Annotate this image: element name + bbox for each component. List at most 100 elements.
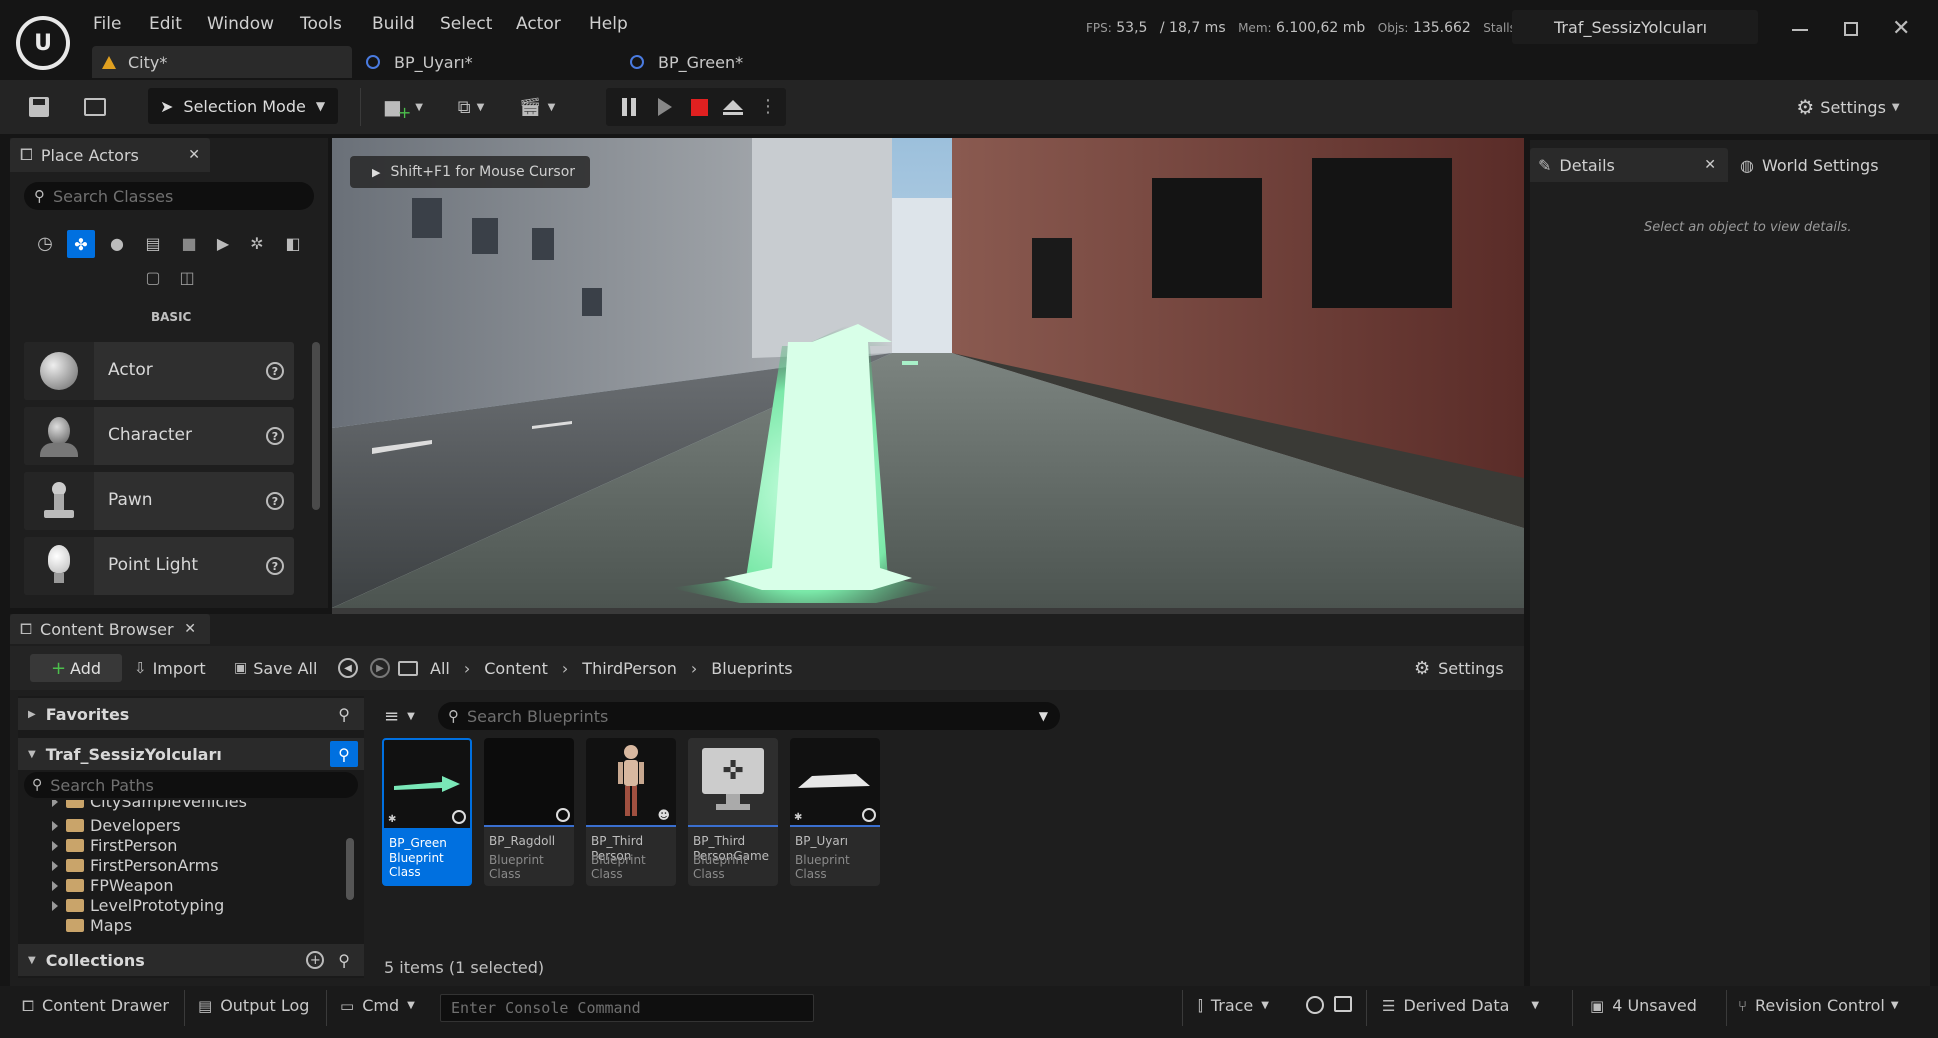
add-button[interactable]: + Add [30,654,122,682]
history-back-button[interactable]: ◀ [338,658,358,678]
add-actor-button[interactable]: ■ + ▼ [378,92,428,122]
cb-settings-button[interactable]: ⚙ Settings [1414,656,1504,680]
record-button[interactable] [1306,996,1324,1014]
category-volumes[interactable]: ◧ [280,230,306,256]
import-button[interactable]: ⇩ Import [134,656,206,680]
place-actors-scrollbar[interactable] [312,342,320,510]
unsaved-button[interactable]: ▣ 4 Unsaved [1590,996,1697,1015]
search-icon[interactable]: ⚲ [338,705,350,724]
project-header[interactable]: ▼ Traf_SessizYolcuları ⚲ [18,738,364,770]
category-cinematic[interactable]: ▤ [140,230,166,256]
unreal-logo[interactable]: U [16,16,70,70]
tree-item-maps[interactable]: Maps [52,916,132,935]
eject-button[interactable] [720,94,746,120]
category-visual-effects[interactable]: ■ [176,230,202,256]
category-shapes[interactable]: ◫ [174,264,200,290]
toolbar-settings-button[interactable]: ⚙ Settings ▼ [1788,92,1908,122]
menu-select[interactable]: Select [440,14,492,34]
place-item-pawn[interactable]: Pawn ? [24,472,294,530]
place-item-actor[interactable]: Actor ? [24,342,294,400]
help-icon[interactable]: ? [266,492,284,510]
tree-item-firstperson[interactable]: FirstPerson [52,836,177,855]
category-lights[interactable]: ● [104,230,130,256]
tree-item-levelprototyping[interactable]: LevelPrototyping [52,896,224,915]
category-recent[interactable]: ◷ [32,230,58,256]
place-actors-tab[interactable]: ⧠ Place Actors ✕ [10,138,210,172]
search-blueprints-input[interactable]: ⚲ Search Blueprints ▼ [438,702,1060,730]
save-all-button[interactable]: ▣ Save All [234,656,317,680]
help-icon[interactable]: ? [266,427,284,445]
stop-button[interactable] [686,94,712,120]
breadcrumb-content[interactable]: Content [484,659,548,678]
level-viewport[interactable]: ▶ Shift+F1 for Mouse Cursor [332,138,1524,608]
help-icon[interactable]: ? [266,557,284,575]
place-item-point-light[interactable]: Point Light ? [24,537,294,595]
tree-item-firstpersonarms[interactable]: FirstPersonArms [52,856,219,875]
console-command-input[interactable]: Enter Console Command [440,994,814,1022]
help-icon[interactable]: ? [266,362,284,380]
tree-item-citysamplevehicles[interactable]: CitySampleVehicles [52,800,247,811]
category-geometry[interactable]: ▶ [210,230,236,256]
search-paths-input[interactable]: ⚲ Search Paths [24,772,358,798]
content-browser-tab[interactable]: ⧠ Content Browser ✕ [10,614,210,644]
output-log-button[interactable]: ▤ Output Log [198,996,309,1015]
asset-bp-third-person[interactable]: ☻ BP_Third Person Blueprint Class [586,738,676,886]
place-item-character[interactable]: Character ? [24,407,294,465]
menu-help[interactable]: Help [589,14,628,34]
close-icon[interactable]: ✕ [184,621,196,637]
menu-file[interactable]: File [93,14,121,34]
breadcrumb-blueprints[interactable]: Blueprints [711,659,792,678]
close-icon[interactable]: ✕ [188,147,200,163]
blueprint-menu-button[interactable]: ⧉ ▼ [446,92,496,122]
selection-mode-dropdown[interactable]: ➤ Selection Mode ▼ [148,88,338,124]
breadcrumb-all[interactable]: All [430,659,450,678]
asset-bp-third-person-game[interactable]: ✜ BP_Third PersonGame Blueprint Class [688,738,778,886]
close-window-button[interactable]: ✕ [1892,16,1910,41]
search-icon[interactable]: ⚲ [338,951,350,970]
breadcrumb-thirdperson[interactable]: ThirdPerson [582,659,677,678]
chevron-down-icon[interactable]: ▼ [1039,709,1048,723]
tree-item-developers[interactable]: Developers [52,816,181,835]
search-classes-input[interactable]: ⚲ Search Classes [24,182,314,210]
asset-bp-ragdoll[interactable]: BP_Ragdoll Blueprint Class [484,738,574,886]
tree-item-fpweapon[interactable]: FPWeapon [52,876,173,895]
collections-header[interactable]: ▼ Collections + ⚲ [18,944,364,976]
menu-tools[interactable]: Tools [300,14,342,34]
menu-window[interactable]: Window [207,14,274,34]
history-forward-button[interactable]: ▶ [370,658,390,678]
screenshot-button[interactable] [1334,996,1352,1012]
category-effects[interactable]: ✲ [244,230,270,256]
tab-bp-uyari[interactable]: BP_Uyarı* [366,46,616,78]
search-icon[interactable]: ⚲ [330,741,358,767]
tab-bp-green[interactable]: BP_Green* [630,46,880,78]
browse-button[interactable] [80,94,110,120]
menu-edit[interactable]: Edit [149,14,182,34]
favorites-header[interactable]: ▶ Favorites ⚲ [18,698,364,730]
cmd-dropdown[interactable]: ▭ Cmd ▼ [340,996,415,1015]
menu-actor[interactable]: Actor [516,14,561,34]
pause-button[interactable] [616,94,642,120]
menu-build[interactable]: Build [372,14,415,34]
tab-city[interactable]: City* [92,46,352,78]
asset-bp-green[interactable]: ✱ BP_Green Blueprint Class [382,738,472,886]
close-icon[interactable]: ✕ [1704,157,1716,173]
filter-button[interactable]: ≡ ▼ [384,704,426,728]
cinematics-button[interactable]: 🎬︎ ▼ [512,92,562,122]
add-collection-icon[interactable]: + [306,951,325,969]
revision-control-dropdown[interactable]: ⑂ Revision Control ▼ [1738,996,1899,1015]
derived-data-dropdown[interactable]: ☰ Derived Data ▼ [1382,996,1539,1015]
tab-world-settings[interactable]: ◍ World Settings [1732,148,1928,182]
restore-button[interactable] [1844,22,1858,36]
category-all-classes[interactable]: ▢ [140,264,166,290]
tab-details[interactable]: ✎ Details ✕ [1530,148,1728,182]
content-drawer-button[interactable]: ⧠ Content Drawer [22,996,169,1015]
minimize-button[interactable] [1792,29,1808,31]
trace-dropdown[interactable]: ⫿ Trace ▼ [1198,996,1269,1015]
asset-bp-uyari[interactable]: ✱ BP_Uyarı Blueprint Class [790,738,880,886]
folder-tree-scrollbar[interactable] [346,838,354,900]
place-actors-title: Place Actors [40,145,139,165]
play-options-button[interactable]: ⋮ [759,94,777,120]
step-button[interactable] [652,94,678,120]
category-basic[interactable]: ✤ [67,230,95,258]
save-button[interactable] [26,94,52,120]
